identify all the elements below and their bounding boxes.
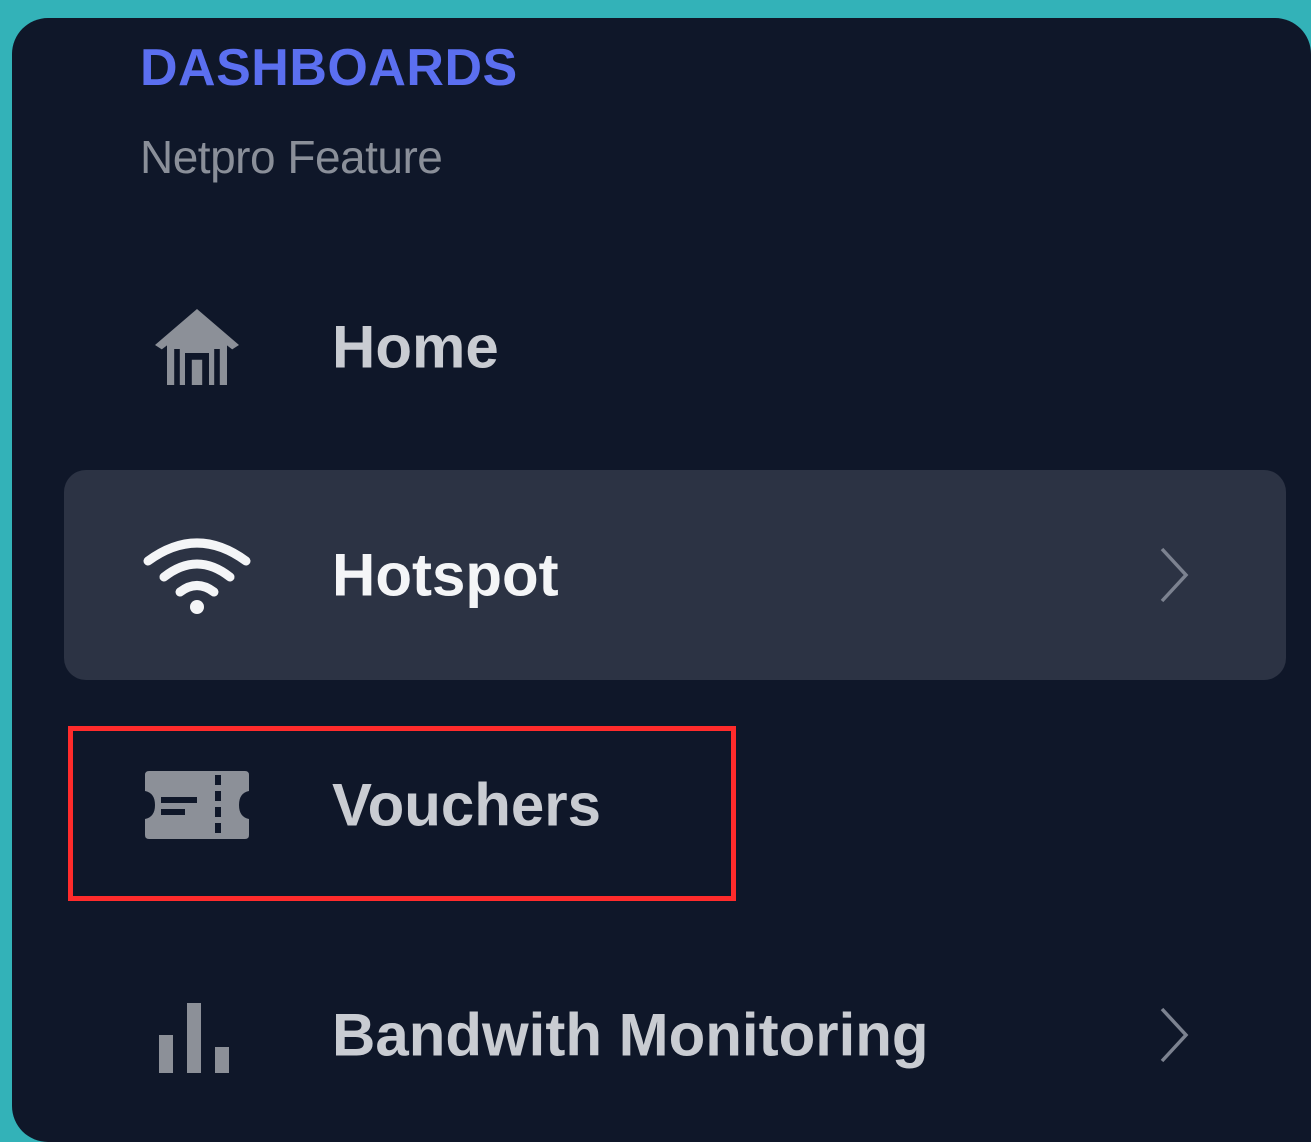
sidebar-item-label: Vouchers <box>332 771 601 839</box>
chevron-right-icon <box>1160 1007 1189 1063</box>
bar-chart-icon <box>142 980 252 1090</box>
sidebar-item-label: Bandwith Monitoring <box>332 1001 929 1069</box>
home-icon <box>142 292 252 402</box>
sidebar-item-label: Hotspot <box>332 541 559 609</box>
section-subtitle: Netpro Feature <box>140 131 443 183</box>
sidebar-item-hotspot[interactable]: Hotspot <box>64 470 1286 680</box>
ticket-icon <box>142 750 252 860</box>
sidebar-item-vouchers[interactable]: Vouchers <box>64 700 1286 910</box>
chevron-right-icon <box>1160 547 1189 603</box>
sidebar-panel: DASHBOARDS Netpro Feature Home Hotspot V… <box>12 18 1311 1142</box>
sidebar-item-bandwith-monitoring[interactable]: Bandwith Monitoring <box>64 930 1286 1140</box>
sidebar-item-label: Home <box>332 313 499 381</box>
sidebar-item-home[interactable]: Home <box>64 242 1286 452</box>
section-title: DASHBOARDS <box>140 39 518 97</box>
wifi-icon <box>142 520 252 630</box>
